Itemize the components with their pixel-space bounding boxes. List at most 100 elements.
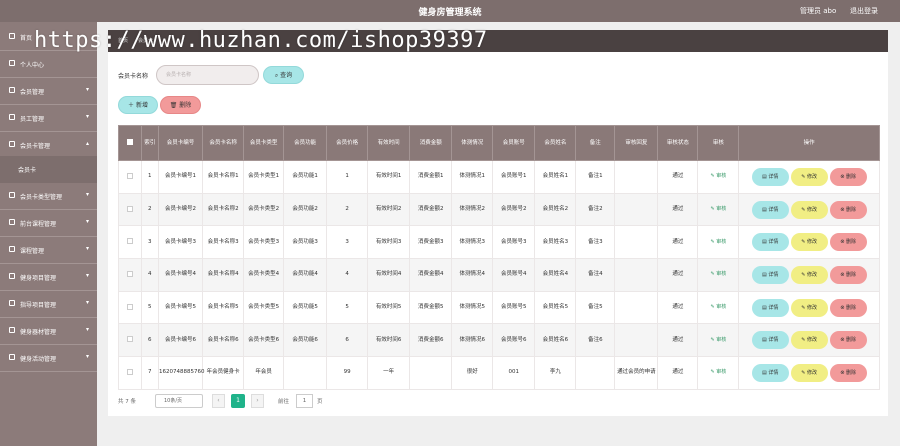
delete-button[interactable]: ⊗ 删除	[829, 363, 867, 382]
logout-link[interactable]: 退出登录	[850, 6, 878, 16]
table-row[interactable]: 2 会员卡编号2 会员卡名称2 会员卡类型2 会员功能2 2 有效时间2 消费金额2 体测情况2…	[118, 192, 880, 227]
sidebar-item-card-type[interactable]: 会员卡类型管理 ▾	[0, 183, 97, 210]
sidebar-item-label: 会员卡	[18, 167, 37, 174]
table-row[interactable]: 4 会员卡编号4 会员卡名称4 会员卡类型4 会员功能4 4 有效时间4 消费金额4 体测情况4…	[118, 258, 880, 292]
edit-button[interactable]: ✎ 修改	[790, 200, 828, 219]
sidebar-subitem-card[interactable]: 会员卡	[0, 156, 97, 183]
prev-page-button[interactable]: ‹	[212, 394, 225, 408]
edit-button[interactable]: ✎ 修改	[790, 265, 828, 284]
top-bar: 健身房管理系统 管理员 abo 退出登录	[0, 0, 900, 22]
page-number-current[interactable]: 1	[231, 394, 245, 408]
row-checkbox[interactable]	[126, 172, 133, 179]
table-row[interactable]: 3 会员卡编号3 会员卡名称3 会员卡类型3 会员功能3 3 有效时间3 消费金额3 体测情况3…	[118, 225, 880, 260]
select-all-checkbox[interactable]	[126, 139, 133, 145]
header-member-name[interactable]: 会员姓名	[534, 125, 577, 161]
add-button[interactable]: ＋ 新增	[118, 96, 158, 114]
sidebar-item-staff[interactable]: 员工管理 ▾	[0, 105, 97, 132]
cell-function: 会员功能4	[283, 258, 328, 292]
edit-button[interactable]: ✎ 修改	[790, 167, 828, 186]
header-body-test[interactable]: 体测情况	[451, 125, 494, 161]
header-card-name[interactable]: 会员卡名称	[202, 125, 245, 161]
edit-button[interactable]: ✎ 修改	[790, 363, 828, 382]
menu-icon	[9, 327, 15, 333]
delete-button[interactable]: ⊗ 删除	[829, 331, 867, 350]
row-checkbox[interactable]	[126, 368, 133, 375]
cell-account: 会员账号6	[492, 323, 536, 358]
cell-function: 会员功能3	[283, 225, 328, 260]
sidebar-item-card-management[interactable]: 会员卡管理 ▴	[0, 132, 97, 159]
detail-button[interactable]: ▤ 详情	[751, 363, 789, 382]
edit-button-label: 修改	[807, 369, 818, 376]
page-size-select[interactable]: 10条/页	[155, 394, 203, 408]
detail-button[interactable]: ▤ 详情	[751, 298, 789, 317]
header-audit-reply[interactable]: 审核回复	[614, 125, 659, 161]
table-row[interactable]: 5 会员卡编号5 会员卡名称5 会员卡类型5 会员功能5 5 有效时间5 消费金额5 体测情况5…	[118, 290, 880, 325]
sidebar-item-front-course[interactable]: 前台课程管理 ▾	[0, 210, 97, 237]
cell-valid-time: 有效时间1	[367, 160, 411, 194]
header-card-type[interactable]: 会员卡类型	[243, 125, 285, 161]
query-button[interactable]: ⌕ 查询	[263, 66, 304, 84]
detail-button[interactable]: ▤ 详情	[751, 331, 789, 350]
header-function[interactable]: 会员功能	[283, 125, 328, 161]
sidebar-item-fitness-project[interactable]: 健身项目管理 ▾	[0, 264, 97, 291]
header-audit[interactable]: 审核	[697, 125, 740, 161]
row-checkbox[interactable]	[126, 270, 133, 277]
detail-button[interactable]: ▤ 详情	[751, 233, 789, 252]
audit-link[interactable]: ✎ 审核	[710, 369, 726, 375]
table-row[interactable]: 6 会员卡编号6 会员卡名称6 会员卡类型6 会员功能6 6 有效时间6 消费金额6 体测情况6…	[118, 323, 880, 358]
delete-button[interactable]: ⊗ 删除	[829, 233, 867, 252]
sidebar-item-guide-project[interactable]: 指导项目管理 ▾	[0, 291, 97, 318]
current-user[interactable]: 管理员 abo	[800, 6, 836, 16]
app-title: 健身房管理系统	[418, 8, 482, 18]
header-remark[interactable]: 备注	[575, 125, 616, 161]
header-spend[interactable]: 消费金额	[409, 125, 453, 161]
edit-button[interactable]: ✎ 修改	[790, 233, 828, 252]
table-row[interactable]: 1 会员卡编号1 会员卡名称1 会员卡类型1 会员功能1 1 有效时间1 消费金额1 体测情况1…	[118, 160, 880, 194]
audit-link[interactable]: ✎ 审核	[710, 304, 726, 310]
audit-link[interactable]: ✎ 审核	[710, 239, 726, 245]
delete-button[interactable]: ⊗ 删除	[829, 167, 867, 186]
delete-button[interactable]: ⊗ 删除	[829, 200, 867, 219]
sidebar-item-profile[interactable]: 个人中心	[0, 51, 97, 78]
row-checkbox[interactable]	[126, 205, 133, 212]
edit-button[interactable]: ✎ 修改	[790, 331, 828, 350]
cell-operations: ▤ 详情 ✎ 修改 ⊗ 删除	[738, 323, 880, 358]
header-operations: 操作	[738, 125, 880, 161]
cell-audit-reply	[614, 160, 659, 194]
next-page-button[interactable]: ›	[251, 394, 264, 408]
search-input[interactable]: 会员卡名称	[156, 65, 259, 85]
batch-delete-button[interactable]: 🗑 删除	[160, 96, 201, 114]
edit-button[interactable]: ✎ 修改	[790, 298, 828, 317]
detail-button[interactable]: ▤ 详情	[751, 200, 789, 219]
header-audit-status[interactable]: 审核状态	[657, 125, 699, 161]
detail-button[interactable]: ▤ 详情	[751, 265, 789, 284]
add-button-label: 新增	[135, 102, 148, 109]
row-checkbox[interactable]	[126, 336, 133, 343]
header-price[interactable]: 会员价格	[326, 125, 369, 161]
goto-page-input[interactable]: 1	[296, 394, 313, 408]
audit-link[interactable]: ✎ 审核	[710, 337, 726, 343]
cell-function: 会员功能6	[283, 323, 328, 358]
menu-icon	[9, 192, 15, 198]
header-card-no[interactable]: 会员卡编号	[157, 125, 204, 161]
cell-operations: ▤ 详情 ✎ 修改 ⊗ 删除	[738, 258, 880, 292]
sidebar-item-activity[interactable]: 健身活动管理 ▾	[0, 345, 97, 372]
cell-index: 6	[140, 323, 159, 358]
row-checkbox[interactable]	[126, 303, 133, 310]
row-checkbox[interactable]	[126, 238, 133, 245]
delete-button[interactable]: ⊗ 删除	[829, 265, 867, 284]
sidebar-item-members[interactable]: 会员管理 ▾	[0, 78, 97, 105]
cell-account: 会员账号5	[492, 290, 536, 325]
delete-button[interactable]: ⊗ 删除	[829, 298, 867, 317]
cell-price: 4	[326, 258, 369, 292]
audit-link[interactable]: ✎ 审核	[710, 173, 726, 179]
audit-link[interactable]: ✎ 审核	[710, 271, 726, 277]
header-account[interactable]: 会员账号	[492, 125, 536, 161]
sidebar-item-course[interactable]: 课程管理 ▾	[0, 237, 97, 264]
header-valid-time[interactable]: 有效时间	[367, 125, 411, 161]
table-row[interactable]: 7 1620748885760 年会员健身卡 年会员 99 一年 很好 001 李九 通过会员的申…	[118, 356, 880, 390]
sidebar-item-equipment[interactable]: 健身器材管理 ▾	[0, 318, 97, 345]
cell-card-name: 会员卡名称2	[202, 192, 245, 227]
detail-button[interactable]: ▤ 详情	[751, 167, 789, 186]
audit-link[interactable]: ✎ 审核	[710, 206, 726, 212]
